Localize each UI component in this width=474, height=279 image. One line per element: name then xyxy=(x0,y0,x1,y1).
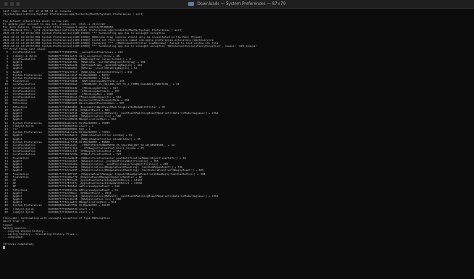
minimize-button[interactable] xyxy=(10,2,14,6)
terminal-window: Downloads — System Preferences — 87×79 L… xyxy=(0,0,474,279)
window-controls xyxy=(4,2,20,6)
title-bar[interactable]: Downloads — System Preferences — 87×79 xyxy=(0,0,474,9)
zoom-button[interactable] xyxy=(16,2,20,6)
text-cursor xyxy=(3,245,5,249)
cursor-line xyxy=(3,245,471,249)
terminal-output[interactable]: Last login: Wed Oct 13 14:08:33 on conso… xyxy=(3,10,471,276)
window-title: Downloads — System Preferences — 87×79 xyxy=(197,1,286,6)
folder-icon xyxy=(188,2,195,6)
window-title-group: Downloads — System Preferences — 87×79 xyxy=(188,0,286,8)
close-button[interactable] xyxy=(4,2,8,6)
